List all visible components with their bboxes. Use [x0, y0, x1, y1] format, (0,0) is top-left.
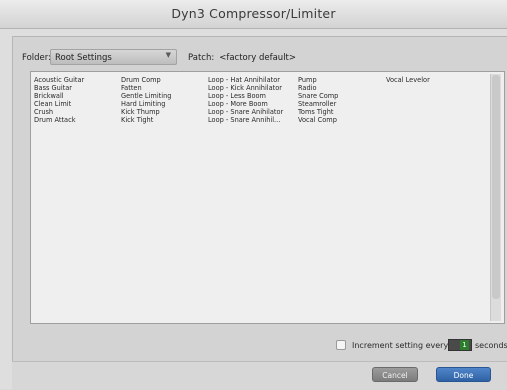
- dropdown-arrow-icon: ▼: [165, 51, 171, 59]
- increment-seconds-field[interactable]: 1: [448, 339, 472, 351]
- preset-item[interactable]: Drum Comp: [121, 76, 171, 84]
- preset-item[interactable]: Vocal Comp: [298, 116, 338, 124]
- preset-item[interactable]: Loop - Less Boom: [208, 92, 283, 100]
- preset-item[interactable]: Brickwall: [34, 92, 84, 100]
- preset-item[interactable]: Acoustic Guitar: [34, 76, 84, 84]
- patch-label: Patch:: [188, 53, 215, 63]
- preset-item[interactable]: Snare Comp: [298, 92, 338, 100]
- increment-checkbox[interactable]: [336, 340, 346, 350]
- patch-info: Patch: <factory default>: [188, 53, 296, 63]
- preset-item[interactable]: Hard Limiting: [121, 100, 171, 108]
- preset-list: Acoustic Guitar Bass Guitar Brickwall Cl…: [30, 71, 505, 324]
- preset-column-4: Pump Radio Snare Comp Steamroller Toms T…: [298, 76, 338, 125]
- preset-item[interactable]: Loop - Snare Annihil...: [208, 116, 283, 124]
- preset-item[interactable]: Clean Limit: [34, 100, 84, 108]
- preset-item[interactable]: Radio: [298, 84, 338, 92]
- preset-column-2: Drum Comp Fatten Gentle Limiting Hard Li…: [121, 76, 171, 125]
- preset-item[interactable]: Kick Thump: [121, 108, 171, 116]
- preset-item[interactable]: Vocal Levelor: [386, 76, 430, 84]
- seconds-label: seconds: [475, 341, 507, 350]
- preset-item[interactable]: Pump: [298, 76, 338, 84]
- patch-value: <factory default>: [219, 53, 297, 63]
- preset-column-5: Vocal Levelor: [386, 76, 430, 84]
- preset-item[interactable]: Loop - Snare Anihilator: [208, 108, 283, 116]
- window-title: Dyn3 Compressor/Limiter: [171, 6, 336, 21]
- preset-item[interactable]: Crush: [34, 108, 84, 116]
- preset-item[interactable]: Fatten: [121, 84, 171, 92]
- cancel-button[interactable]: Cancel: [372, 367, 418, 382]
- preset-item[interactable]: Drum Attack: [34, 116, 84, 124]
- increment-label: Increment setting every: [352, 341, 449, 350]
- button-bar: [12, 361, 507, 390]
- folder-dropdown-value: Root Settings: [55, 53, 112, 63]
- plugin-settings-window: Dyn3 Compressor/Limiter Folder: Root Set…: [0, 0, 507, 390]
- preset-item[interactable]: Loop - Kick Annihilator: [208, 84, 283, 92]
- preset-item[interactable]: Loop - Hat Annihilator: [208, 76, 283, 84]
- title-bar[interactable]: Dyn3 Compressor/Limiter: [0, 0, 507, 29]
- done-button[interactable]: Done: [436, 367, 491, 382]
- preset-column-1: Acoustic Guitar Bass Guitar Brickwall Cl…: [34, 76, 84, 125]
- folder-label: Folder:: [22, 53, 51, 63]
- preset-item[interactable]: Kick Tight: [121, 116, 171, 124]
- folder-dropdown[interactable]: Root Settings ▼: [50, 49, 177, 65]
- preset-list-scrollbar[interactable]: [490, 74, 501, 321]
- preset-item[interactable]: Toms Tight: [298, 108, 338, 116]
- preset-item[interactable]: Gentle Limiting: [121, 92, 171, 100]
- preset-item[interactable]: Loop - More Boom: [208, 100, 283, 108]
- increment-seconds-value: 1: [460, 340, 469, 350]
- preset-item[interactable]: Bass Guitar: [34, 84, 84, 92]
- scrollbar-thumb[interactable]: [492, 75, 500, 299]
- preset-item[interactable]: Steamroller: [298, 100, 338, 108]
- preset-column-3: Loop - Hat Annihilator Loop - Kick Annih…: [208, 76, 283, 125]
